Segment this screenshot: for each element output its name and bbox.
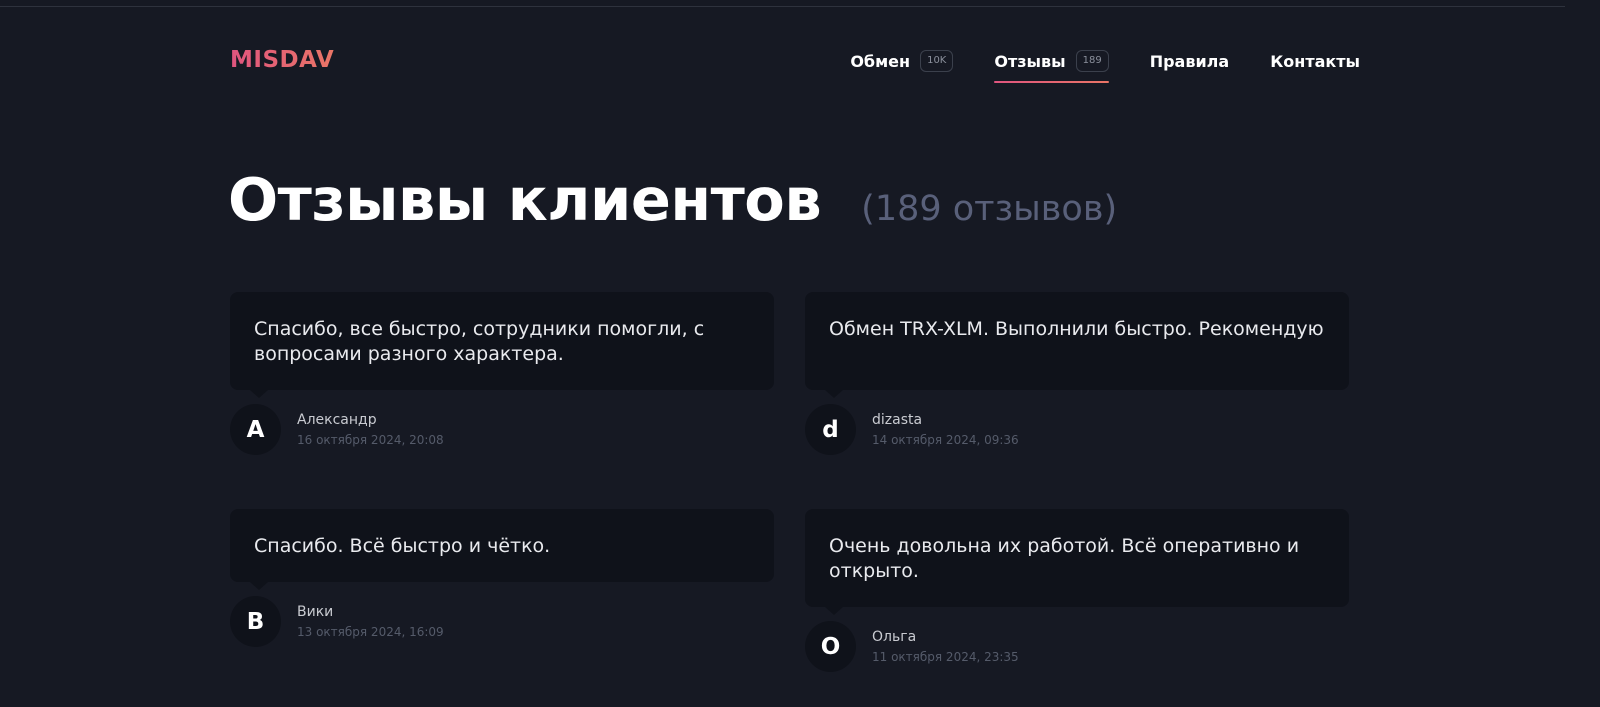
author-name: Вики (297, 603, 334, 620)
review-count: (189 отзывов) (861, 189, 1118, 229)
author-meta: dizasta 14 октября 2024, 09:36 (872, 411, 1019, 449)
author-meta: Вики 13 октября 2024, 16:09 (297, 603, 444, 641)
author-name: dizasta (872, 411, 923, 428)
review-card: Спасибо, все быстро, сотрудники помогли,… (230, 292, 774, 455)
logo[interactable]: MISDAV (230, 47, 334, 73)
avatar: О (805, 621, 856, 672)
nav-item-label: Контакты (1270, 51, 1360, 71)
review-text: Спасибо. Всё быстро и чётко. (230, 509, 774, 590)
page-heading: Отзывы клиентов (189 отзывов) (228, 165, 1117, 234)
nav-item-label: Правила (1149, 51, 1230, 71)
review-card: Обмен TRX-XLM. Выполнили быстро. Рекомен… (805, 292, 1349, 455)
top-divider (0, 6, 1565, 7)
avatar: d (805, 404, 856, 455)
review-date: 11 октября 2024, 23:35 (872, 649, 1019, 664)
nav-item-label: Отзывы (994, 51, 1066, 71)
nav-item-label: Обмен (850, 51, 911, 71)
review-card: Очень довольна их работой. Всё оперативн… (805, 509, 1349, 672)
review-author: О Ольга 11 октября 2024, 23:35 (805, 621, 1349, 672)
author-meta: Александр 16 октября 2024, 20:08 (297, 411, 444, 449)
review-date: 14 октября 2024, 09:36 (872, 432, 1019, 447)
nav-item-contacts[interactable]: Контакты (1270, 45, 1360, 77)
author-meta: Ольга 11 октября 2024, 23:35 (872, 628, 1019, 666)
nav-item-exchange[interactable]: Обмен 10K (850, 45, 954, 77)
review-text: Очень довольна их работой. Всё оперативн… (805, 509, 1349, 615)
nav-count-badge: 189 (1075, 50, 1109, 72)
review-text: Обмен TRX-XLM. Выполнили быстро. Рекомен… (805, 292, 1349, 398)
author-name: Ольга (872, 628, 917, 645)
author-name: Александр (297, 411, 377, 428)
avatar: А (230, 404, 281, 455)
nav-item-reviews[interactable]: Отзывы 189 (994, 45, 1110, 83)
review-text: Спасибо, все быстро, сотрудники помогли,… (230, 292, 774, 398)
main-nav: Обмен 10K Отзывы 189 Правила Контакты (850, 45, 1360, 83)
review-author: В Вики 13 октября 2024, 16:09 (230, 596, 774, 647)
review-author: А Александр 16 октября 2024, 20:08 (230, 404, 774, 455)
nav-count-badge: 10K (920, 50, 954, 72)
review-date: 16 октября 2024, 20:08 (297, 432, 444, 447)
avatar: В (230, 596, 281, 647)
review-card: Спасибо. Всё быстро и чётко. В Вики 13 о… (230, 509, 774, 647)
review-date: 13 октября 2024, 16:09 (297, 624, 444, 639)
page-title: Отзывы клиентов (228, 165, 822, 234)
review-author: d dizasta 14 октября 2024, 09:36 (805, 404, 1349, 455)
nav-item-rules[interactable]: Правила (1150, 45, 1230, 77)
